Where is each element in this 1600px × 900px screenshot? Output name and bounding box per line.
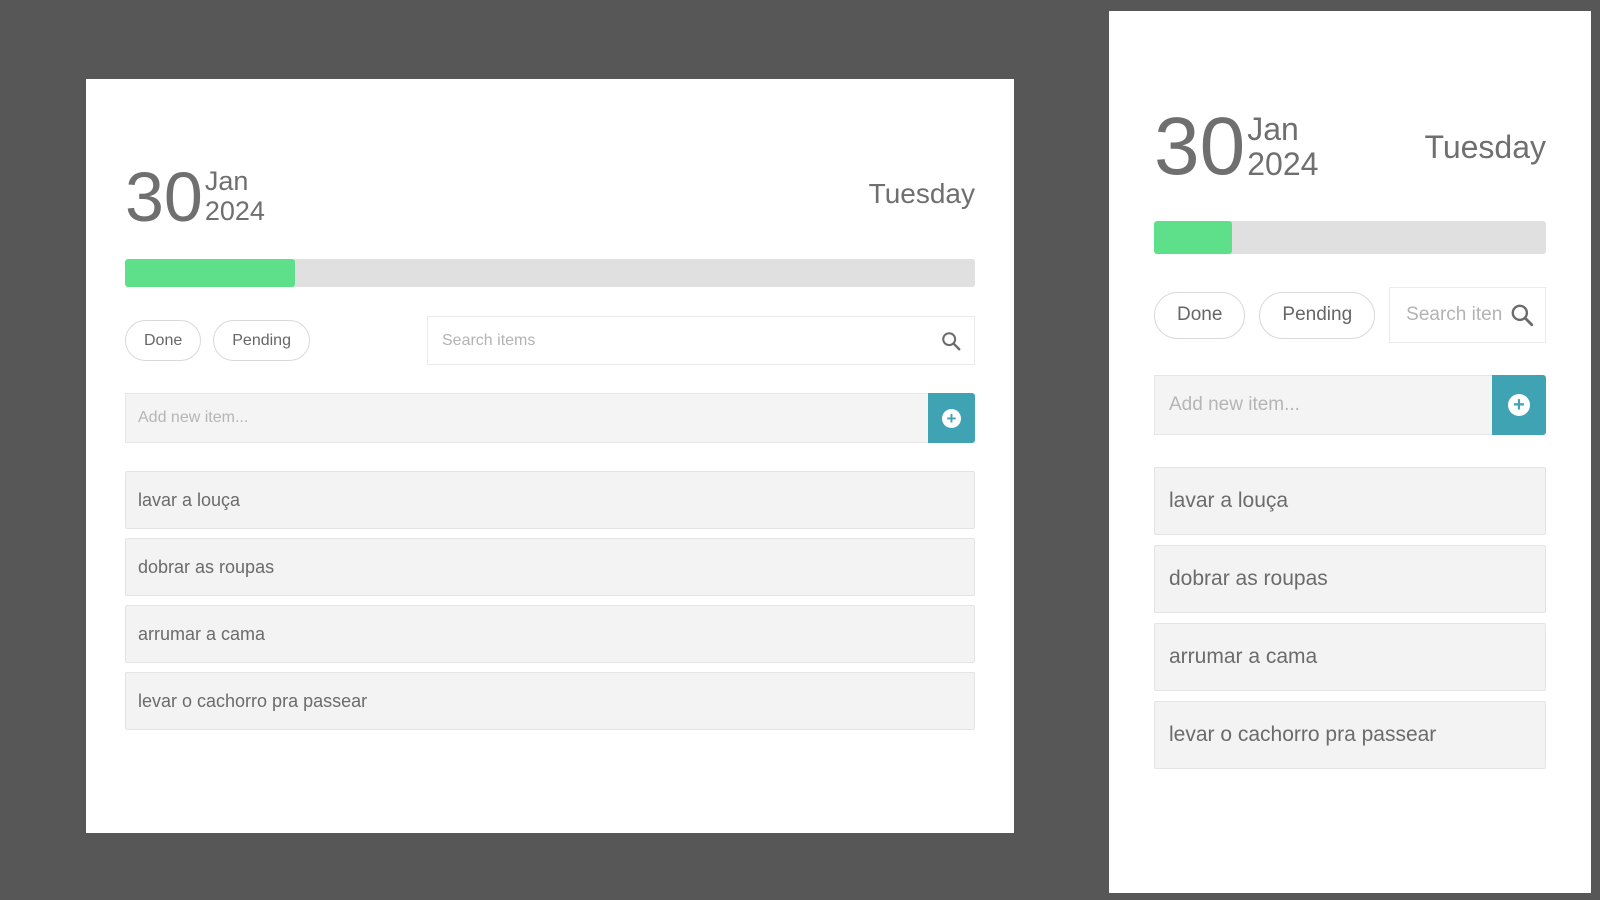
- done-filter-button[interactable]: Done: [125, 320, 202, 361]
- date-header: 30 Jan 2024 Tuesday: [125, 162, 975, 232]
- year-label: 2024: [1247, 146, 1319, 182]
- add-item-button[interactable]: +: [1492, 375, 1546, 435]
- add-item-row: +: [125, 393, 975, 443]
- list-item[interactable]: dobrar as roupas: [1154, 545, 1546, 613]
- plus-circle-icon: +: [942, 408, 961, 428]
- filter-row: Done Pending: [1154, 287, 1546, 343]
- filter-group: Done Pending: [125, 320, 322, 361]
- search-icon[interactable]: [940, 330, 962, 352]
- year-label: 2024: [204, 196, 265, 226]
- item-list: lavar a louça dobrar as roupas arrumar a…: [125, 471, 975, 730]
- pending-filter-button[interactable]: Pending: [213, 320, 310, 361]
- filter-group: Done Pending: [1154, 291, 1389, 339]
- add-item-button[interactable]: +: [928, 393, 975, 443]
- month-year: Jan 2024: [205, 167, 265, 226]
- month-label: Jan: [204, 166, 249, 197]
- weekday-label: Tuesday: [868, 178, 975, 209]
- progress-fill: [1154, 221, 1233, 254]
- list-item[interactable]: levar o cachorro pra passear: [1154, 701, 1546, 769]
- progress-fill: [125, 259, 295, 287]
- search-icon[interactable]: [1509, 302, 1535, 328]
- list-item[interactable]: lavar a louça: [1154, 467, 1546, 535]
- done-filter-button[interactable]: Done: [1154, 291, 1246, 339]
- list-item[interactable]: arrumar a cama: [1154, 623, 1546, 691]
- list-item[interactable]: lavar a louça: [125, 471, 975, 529]
- item-list: lavar a louça dobrar as roupas arrumar a…: [1154, 467, 1546, 769]
- list-item[interactable]: dobrar as roupas: [125, 538, 975, 596]
- pending-filter-button[interactable]: Pending: [1259, 291, 1376, 339]
- todo-card-narrow: 30 Jan 2024 Tuesday Done Pending + lavar: [1109, 11, 1591, 893]
- weekday-label: Tuesday: [1424, 128, 1546, 165]
- search-input[interactable]: [440, 330, 940, 351]
- filter-row: Done Pending: [125, 316, 975, 365]
- add-item-row: +: [1154, 375, 1546, 435]
- progress-bar: [125, 259, 975, 287]
- list-item[interactable]: levar o cachorro pra passear: [125, 672, 975, 730]
- search-box: [427, 316, 975, 365]
- add-item-input[interactable]: [125, 393, 928, 443]
- month-year: Jan 2024: [1247, 110, 1319, 182]
- add-item-input[interactable]: [1154, 375, 1492, 435]
- date-header: 30 Jan 2024 Tuesday: [1154, 106, 1546, 188]
- date-display: 30 Jan 2024: [1154, 106, 1318, 188]
- search-input[interactable]: [1404, 303, 1509, 327]
- plus-circle-icon: +: [1508, 394, 1530, 416]
- list-item[interactable]: arrumar a cama: [125, 605, 975, 663]
- day-number: 30: [125, 158, 203, 236]
- search-box: [1389, 287, 1546, 343]
- progress-bar: [1154, 221, 1546, 254]
- todo-card-wide: 30 Jan 2024 Tuesday Done Pending + lavar: [86, 79, 1014, 833]
- date-display: 30 Jan 2024: [125, 162, 265, 232]
- month-label: Jan: [1247, 110, 1299, 147]
- day-number: 30: [1154, 101, 1246, 192]
